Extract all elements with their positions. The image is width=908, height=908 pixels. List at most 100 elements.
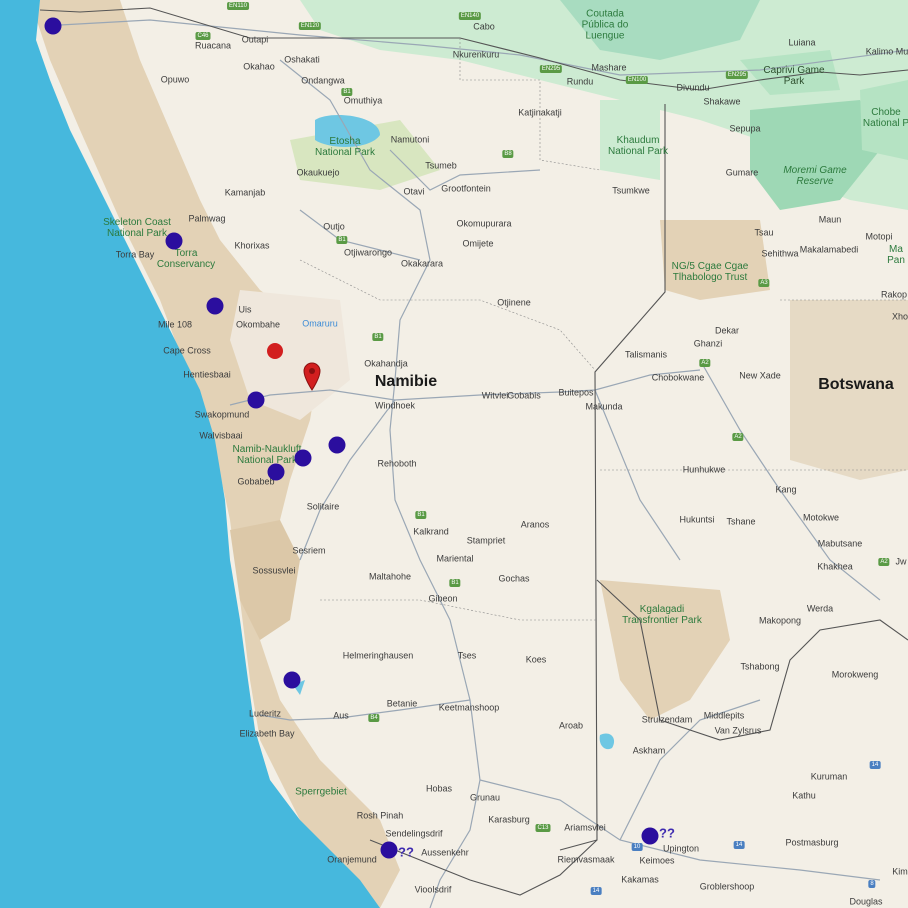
location-marker-purple[interactable]: [44, 17, 62, 35]
city-label: Shakawe: [703, 96, 741, 107]
country-label-botswana: Botswana: [818, 376, 894, 393]
city-label: Palmwag: [188, 213, 226, 224]
city-label: Tses: [457, 650, 477, 661]
city-label: Sossusvlei: [252, 565, 296, 576]
park-label-caprivi: Caprivi Game Park: [763, 65, 825, 87]
city-label: Mashare: [591, 62, 627, 73]
city-label: Makalamabedi: [799, 244, 859, 255]
city-label: Karasburg: [488, 814, 530, 825]
city-label: Douglas: [849, 896, 883, 907]
city-label: Omuthiya: [343, 95, 383, 106]
city-label: Khorixas: [234, 240, 270, 251]
map-pin-icon[interactable]: [302, 361, 322, 391]
park-label-kgalagadi: Kgalagadi Transfrontier Park: [622, 604, 702, 626]
city-label: Gibeon: [428, 593, 458, 604]
city-label: Stampriet: [466, 535, 506, 546]
road-shield: B1: [336, 236, 348, 244]
city-label: Upington: [662, 843, 700, 854]
city-label: Aranos: [520, 519, 550, 530]
city-label: Otjiwarongo: [343, 247, 393, 258]
location-marker-purple[interactable]: [641, 827, 659, 845]
city-label: Okaukuejo: [296, 167, 340, 178]
unknown-location-label: ??: [659, 825, 675, 841]
city-label: Namutoni: [390, 134, 430, 145]
city-label: Ghanzi: [693, 338, 723, 349]
city-label: Walvisbaai: [199, 430, 243, 441]
city-label: Gochas: [498, 573, 530, 584]
city-label: Hentiesbaai: [183, 369, 231, 380]
city-label: Luiana: [788, 37, 816, 48]
location-marker-purple[interactable]: [267, 463, 285, 481]
city-label: Hobas: [425, 783, 453, 794]
location-marker-purple[interactable]: [380, 841, 398, 859]
city-label: Koes: [525, 654, 547, 665]
city-label: Oshakati: [284, 54, 320, 65]
city-label: Divundu: [676, 82, 710, 93]
city-label: Okombahe: [235, 319, 281, 330]
city-label: Buitepos: [558, 387, 594, 398]
city-label: Sesriem: [292, 545, 326, 556]
road-shield: A2: [732, 433, 744, 441]
city-label: Kathu: [792, 790, 816, 801]
city-label: Aroab: [558, 720, 584, 731]
city-label: Kalkrand: [413, 526, 449, 537]
city-label: Aus: [333, 710, 349, 721]
city-label: Rakop: [880, 289, 908, 300]
city-label: Okomupurara: [456, 218, 512, 229]
city-label: Uis: [238, 304, 252, 315]
road-shield: C13: [535, 824, 551, 832]
road-shield: A3: [758, 279, 770, 287]
city-label: Ondangwa: [301, 75, 345, 86]
city-label: Windhoek: [374, 400, 416, 411]
city-label: Gobabeb: [237, 476, 275, 487]
location-marker-purple[interactable]: [328, 436, 346, 454]
road-shield: B1: [341, 88, 353, 96]
park-label-makgadikgadi: Ma Pan: [887, 244, 905, 266]
city-label: Solitaire: [306, 501, 340, 512]
city-label: Ruacana: [194, 40, 232, 51]
city-label: Struizendam: [641, 714, 693, 725]
road-shield: EN140: [458, 12, 482, 20]
city-label: Middlepits: [703, 710, 745, 721]
map-view[interactable]: Namibie Botswana Coutada Pública do Luen…: [0, 0, 908, 908]
location-marker-red[interactable]: [267, 343, 283, 359]
location-marker-purple[interactable]: [247, 391, 265, 409]
city-label: Oranjemund: [327, 854, 377, 865]
city-label: Swakopmund: [194, 409, 250, 420]
city-label: Otjinene: [497, 297, 531, 308]
city-label: Mariental: [436, 553, 474, 564]
city-label: Opuwo: [160, 74, 190, 85]
city-label: Sehithwa: [761, 248, 799, 259]
city-label: Gumare: [725, 167, 759, 178]
city-label: Motokwe: [802, 512, 840, 523]
park-label-khaudum: Khaudum National Park: [607, 135, 669, 157]
city-label: Mabutsane: [817, 538, 863, 549]
park-label-etosha: Etosha National Park: [314, 136, 376, 158]
city-label: Kakamas: [621, 874, 659, 885]
city-label: Torra Bay: [115, 249, 155, 260]
location-marker-purple[interactable]: [206, 297, 224, 315]
city-label: Morokweng: [831, 669, 879, 680]
city-label: Postmasburg: [785, 837, 839, 848]
park-label-torra: Torra Conservancy: [156, 248, 216, 270]
city-label: Keimoes: [639, 855, 675, 866]
road-shield: 14: [590, 887, 602, 895]
city-label: Cabo: [473, 21, 495, 32]
city-label: Helmeringhausen: [342, 650, 414, 661]
city-label: Talismanis: [624, 349, 668, 360]
city-label: Kamanjab: [224, 187, 266, 198]
location-marker-purple[interactable]: [294, 449, 312, 467]
city-label: Gobabis: [507, 390, 541, 401]
park-label-chobe: Chobe National P: [862, 107, 908, 129]
city-label: Tshane: [726, 516, 756, 527]
city-label: Aussenkehr: [421, 847, 469, 858]
city-label: Tsau: [754, 227, 774, 238]
city-label: Hukuntsi: [679, 514, 715, 525]
location-marker-purple[interactable]: [165, 232, 183, 250]
country-label-namibia: Namibie: [374, 373, 438, 390]
location-marker-purple[interactable]: [283, 671, 301, 689]
city-label: Sendelingsdrif: [385, 828, 443, 839]
city-label: Okakarara: [400, 258, 444, 269]
city-label: Luderitz: [248, 708, 282, 719]
city-label: Khakhea: [817, 561, 853, 572]
